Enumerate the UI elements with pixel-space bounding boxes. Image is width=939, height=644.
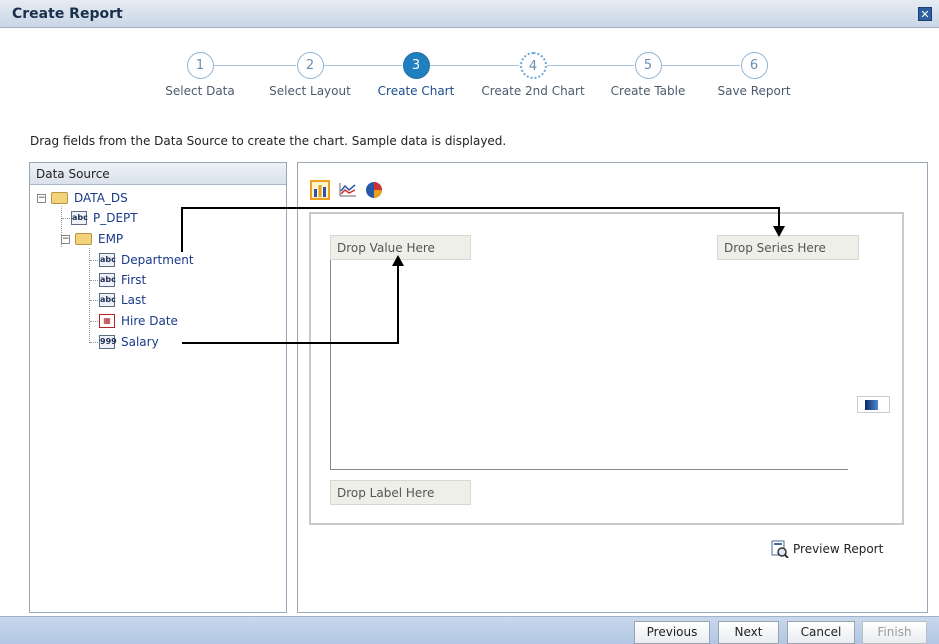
cancel-button[interactable]: Cancel [787,621,855,644]
step-number: 1 [186,52,214,79]
step-label: Create Table [610,84,686,98]
tree-node-label: P_DEPT [93,211,138,225]
legend-swatch [857,396,890,413]
chart-y-axis [330,260,331,469]
chart-x-axis [330,469,848,470]
tree-line [90,321,98,322]
pie-chart-icon[interactable] [364,180,384,200]
collapse-icon[interactable]: − [61,234,70,244]
close-icon[interactable]: ✕ [918,7,932,21]
step-label: Create Chart [377,84,455,98]
step-number: 5 [634,52,662,79]
step-number: 3 [402,52,430,79]
collapse-icon[interactable]: − [37,193,46,203]
preview-report-link[interactable]: Preview Report [770,540,883,558]
tree-node-first[interactable]: abc First [99,273,146,287]
drop-label-zone[interactable]: Drop Label Here [330,480,471,505]
tree-node-data-ds[interactable]: − DATA_DS [37,191,128,205]
tree-line [90,260,98,261]
tree-node-p-dept[interactable]: abc P_DEPT [71,211,138,225]
step-select-data[interactable]: 1 Select Data [140,52,260,98]
dialog-title: Create Report [12,6,123,22]
tree-line [90,300,98,301]
step-create-2nd-chart[interactable]: 4 Create 2nd Chart [473,52,593,98]
step-create-table[interactable]: 5 Create Table [588,52,708,98]
step-number: 2 [296,52,324,79]
text-field-icon: abc [71,211,88,225]
number-field-icon: 999 [99,335,117,349]
folder-open-icon [51,192,68,204]
tree-node-department[interactable]: abc Department [99,253,194,267]
step-number: 6 [740,52,768,79]
tree-node-label: EMP [98,232,124,246]
tree-line [62,218,70,219]
tree-node-label: Last [121,293,146,307]
step-create-chart[interactable]: 3 Create Chart [356,52,476,98]
tree-node-hire-date[interactable]: ▦ Hire Date [99,314,178,328]
step-label: Create 2nd Chart [481,84,585,98]
date-field-icon: ▦ [99,314,115,328]
dialog-titlebar: Create Report ✕ [0,0,939,28]
tree-node-emp[interactable]: − EMP [61,232,123,246]
drop-series-zone[interactable]: Drop Series Here [717,235,859,260]
preview-report-label: Preview Report [793,542,884,556]
step-label: Select Data [165,84,235,98]
tree-node-label: DATA_DS [74,191,128,205]
step-select-layout[interactable]: 2 Select Layout [250,52,370,98]
bar-chart-icon[interactable] [310,180,330,200]
previous-button[interactable]: Previous [634,621,710,644]
tree-node-last[interactable]: abc Last [99,293,146,307]
step-number: 4 [519,52,547,79]
instructions-text: Drag fields from the Data Source to crea… [30,134,507,148]
text-field-icon: abc [99,293,116,307]
text-field-icon: abc [99,253,116,267]
tree-node-label: Department [121,253,194,267]
preview-report-icon [771,540,789,558]
folder-open-icon [75,233,92,245]
tree-line [90,342,98,343]
tree-node-label: First [121,273,147,287]
finish-button[interactable]: Finish [862,621,927,644]
text-field-icon: abc [99,273,116,287]
tree-node-label: Salary [121,335,159,349]
tree-node-label: Hire Date [121,314,178,328]
tree-node-salary[interactable]: 999 Salary [99,335,159,349]
step-label: Save Report [717,84,791,98]
drop-value-zone[interactable]: Drop Value Here [330,235,471,260]
data-source-header: Data Source [30,163,286,185]
tree-line [90,280,98,281]
line-chart-icon[interactable] [338,180,358,200]
next-button[interactable]: Next [718,621,779,644]
step-label: Select Layout [269,84,351,98]
tree-line [89,248,90,343]
step-save-report[interactable]: 6 Save Report [694,52,814,98]
data-source-panel: Data Source [29,162,287,613]
